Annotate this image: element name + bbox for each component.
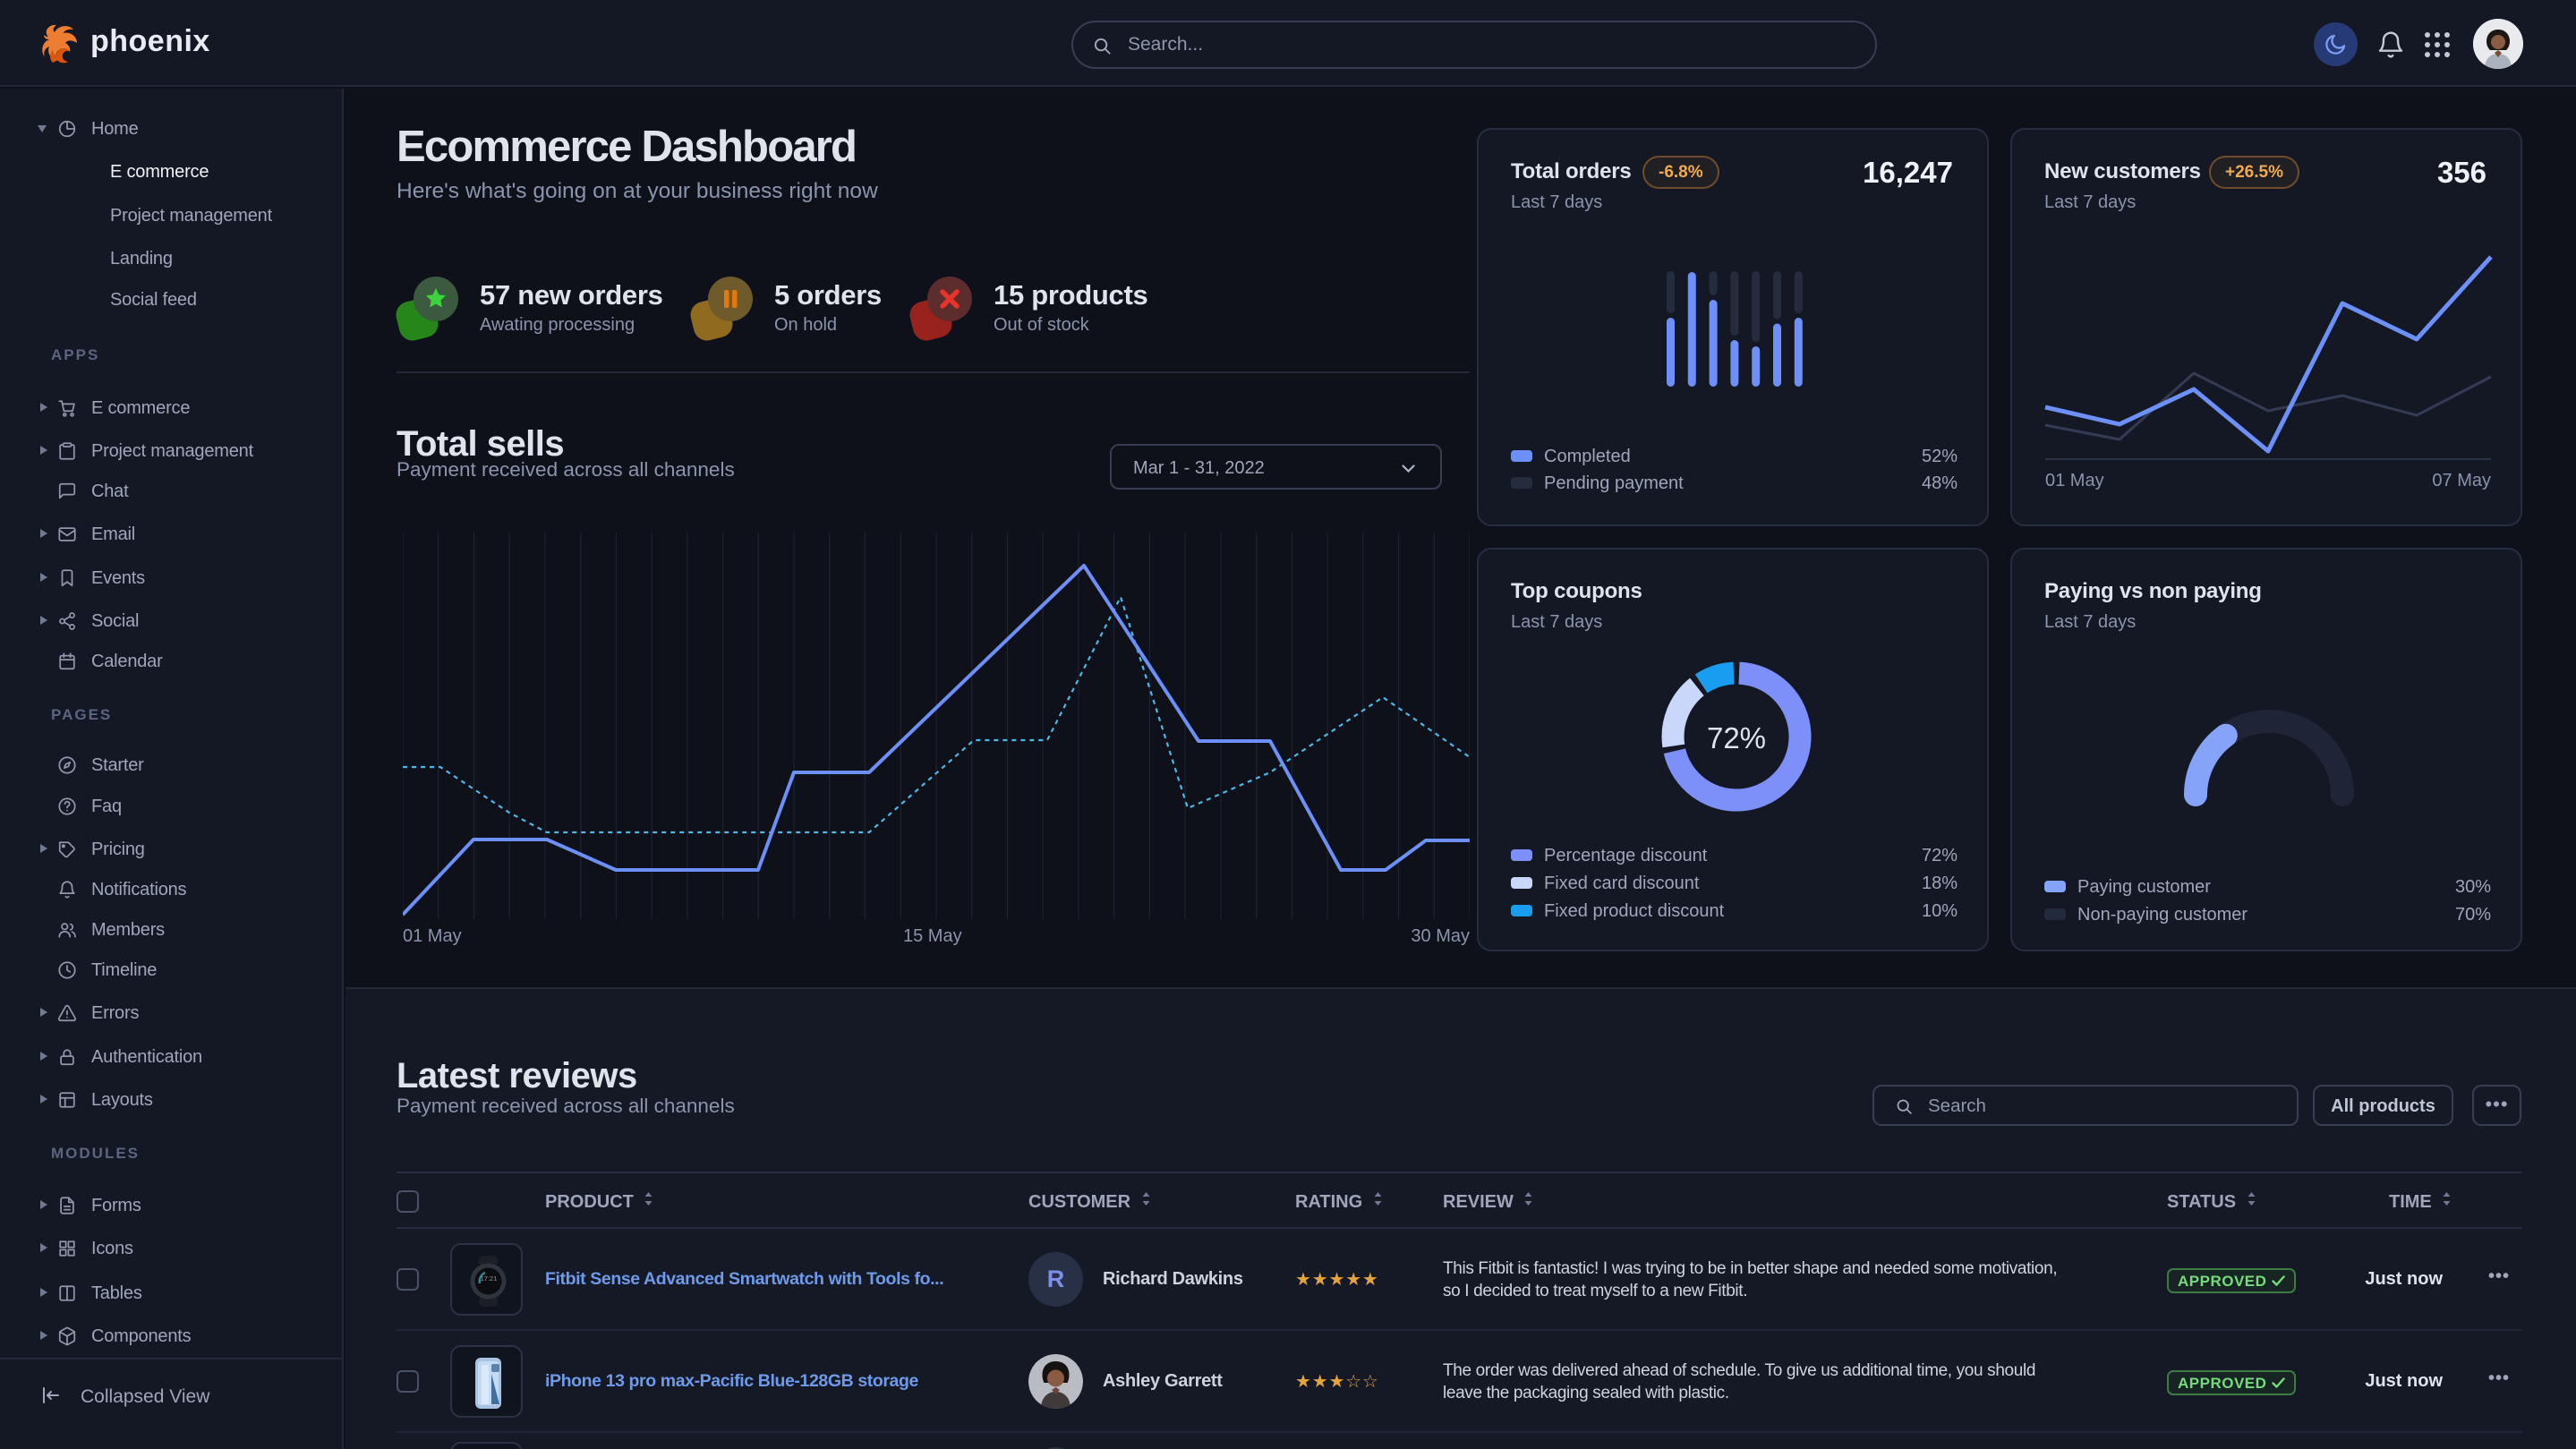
- svg-text:17:21: 17:21: [481, 1274, 498, 1283]
